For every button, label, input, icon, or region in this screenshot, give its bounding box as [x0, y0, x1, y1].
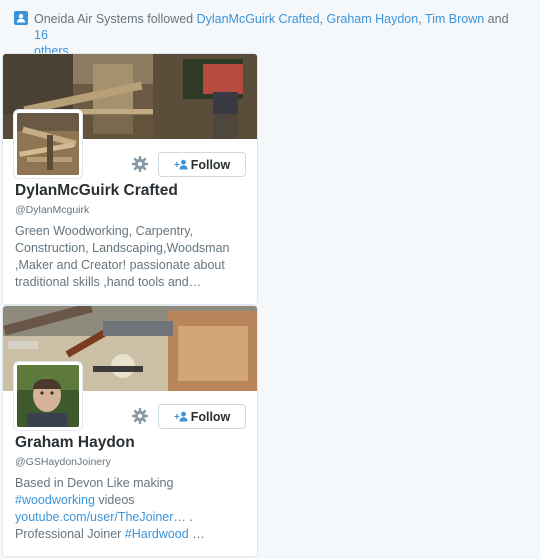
hashtag-link[interactable]: #woodworking: [15, 493, 95, 507]
profile-name[interactable]: DylanMcGuirk Crafted: [15, 182, 178, 200]
follow-button-label: Follow: [190, 409, 231, 424]
profile-bio: Based in Devon Like making #woodworking …: [15, 476, 205, 541]
follow-button[interactable]: + Follow: [158, 404, 246, 429]
context-link-others-count[interactable]: 16: [34, 28, 48, 42]
context-actor: Oneida Air Systems: [34, 12, 144, 26]
follow-button-label: Follow: [190, 157, 231, 172]
context-link-graham[interactable]: Graham Haydon: [326, 12, 418, 26]
follow-button[interactable]: + Follow: [158, 152, 246, 177]
person-icon: [14, 11, 28, 25]
add-user-icon: +: [174, 411, 188, 422]
profile-card-dylan[interactable]: + Follow DylanMcGuirk Crafted @DylanMcgu…: [2, 53, 258, 305]
profile-handle[interactable]: @GSHaydonJoinery: [15, 456, 111, 468]
profile-avatar[interactable]: [14, 110, 82, 178]
activity-context: Oneida Air Systems followed DylanMcGuirk…: [14, 11, 524, 59]
profile-bio: Green Woodworking, Carpentry, Constructi…: [15, 224, 230, 289]
context-link-tim[interactable]: Tim Brown: [425, 12, 484, 26]
bio-url-link[interactable]: youtube.com/user/TheJoiner…: [15, 510, 186, 524]
add-user-icon: +: [174, 159, 188, 170]
gear-icon[interactable]: [131, 155, 149, 173]
gear-icon[interactable]: [131, 407, 149, 425]
hashtag-link[interactable]: #Hardwood: [125, 527, 189, 541]
profile-card-graham[interactable]: + Follow Graham Haydon @GSHaydonJoinery …: [2, 305, 258, 557]
profile-name[interactable]: Graham Haydon: [15, 434, 135, 452]
profile-handle[interactable]: @DylanMcguirk: [15, 204, 89, 216]
svg-text:+: +: [174, 160, 180, 170]
svg-text:+: +: [174, 412, 180, 422]
profile-avatar[interactable]: [14, 362, 82, 430]
context-link-dylan[interactable]: DylanMcGuirk Crafted: [197, 12, 320, 26]
